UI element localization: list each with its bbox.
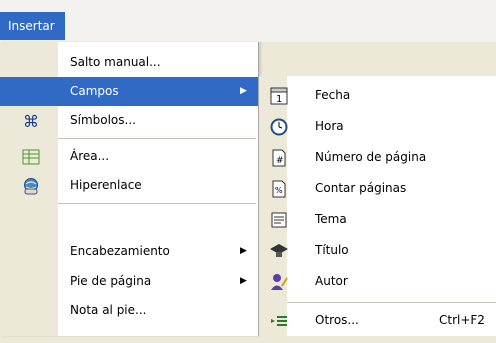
document-subject-icon <box>269 210 289 230</box>
menu-insertar[interactable]: Insertar <box>0 12 65 40</box>
insert-menu: Salto manual... Campos ▶ ⌘ Símbolos... Á… <box>0 42 259 336</box>
submenu-item-label: Título <box>315 243 349 257</box>
page-count-icon: % <box>269 179 289 199</box>
submenu-item-fecha[interactable]: 1 Fecha <box>259 80 496 111</box>
submenu-item-label: Fecha <box>315 88 351 102</box>
menu-item-label: Campos <box>70 84 119 98</box>
menu-item-label: Encabezamiento <box>70 244 170 258</box>
menu-item-campos[interactable]: Campos ▶ <box>0 77 258 106</box>
submenu-item-label: Tema <box>315 212 347 226</box>
menu-item-label: Salto manual... <box>70 55 161 69</box>
graduation-cap-icon <box>269 241 289 261</box>
submenu-item-autor[interactable]: Autor <box>259 266 496 297</box>
author-icon <box>269 272 289 292</box>
grid-icon <box>22 148 40 166</box>
globe-link-icon <box>22 177 40 195</box>
menu-item-hiperenlace[interactable]: Hiperenlace <box>0 171 258 200</box>
svg-text:%: % <box>275 186 283 195</box>
menu-item-pie-de-pagina[interactable]: Pie de página ▶ <box>0 267 258 296</box>
menu-item-area[interactable]: Área... <box>0 142 258 171</box>
shortcut-label: Ctrl+F2 <box>439 313 485 327</box>
calendar-icon: 1 <box>269 86 289 106</box>
submenu-arrow-icon: ▶ <box>240 276 247 286</box>
menu-item-simbolos[interactable]: ⌘ Símbolos... <box>0 106 258 135</box>
submenu-item-numero-de-pagina[interactable]: # Número de página <box>259 142 496 173</box>
page-number-icon: # <box>269 148 289 168</box>
menu-separator <box>58 138 256 139</box>
submenu-item-otros[interactable]: Otros... Ctrl+F2 <box>259 305 496 336</box>
svg-text:1: 1 <box>276 94 282 105</box>
submenu-item-label: Hora <box>315 119 344 133</box>
submenu-item-tema[interactable]: Tema <box>259 204 496 235</box>
menu-item-label: Pie de página <box>70 274 152 288</box>
submenu-separator <box>287 302 496 303</box>
submenu-item-label: Otros... <box>315 313 359 327</box>
more-fields-icon <box>269 311 289 331</box>
clock-icon <box>269 117 289 137</box>
svg-text:#: # <box>276 156 284 166</box>
svg-text:⌘: ⌘ <box>23 112 39 130</box>
menu-bar: Insertar <box>0 0 496 42</box>
menu-item-salto-manual[interactable]: Salto manual... <box>0 48 258 77</box>
menu-item-label: Símbolos... <box>70 113 136 127</box>
campos-submenu: 1 Fecha Hora # Número de página % Contar… <box>258 76 496 336</box>
menu-item-label: Hiperenlace <box>70 178 142 192</box>
submenu-item-contar-paginas[interactable]: % Contar páginas <box>259 173 496 204</box>
menu-item-label: Área... <box>70 149 110 163</box>
submenu-item-titulo[interactable]: Título <box>259 235 496 266</box>
menu-item-encabezamiento[interactable]: Encabezamiento ▶ <box>0 237 258 266</box>
submenu-item-label: Contar páginas <box>315 181 407 195</box>
submenu-item-label: Número de página <box>315 150 427 164</box>
menu-item-label: Nota al pie... <box>70 303 147 317</box>
submenu-arrow-icon: ▶ <box>240 86 247 96</box>
command-icon: ⌘ <box>22 112 40 131</box>
menu-item-nota-al-pie[interactable]: Nota al pie... <box>0 296 258 325</box>
submenu-item-label: Autor <box>315 274 348 288</box>
menu-separator <box>58 203 256 204</box>
submenu-item-hora[interactable]: Hora <box>259 111 496 142</box>
submenu-arrow-icon: ▶ <box>240 246 247 256</box>
